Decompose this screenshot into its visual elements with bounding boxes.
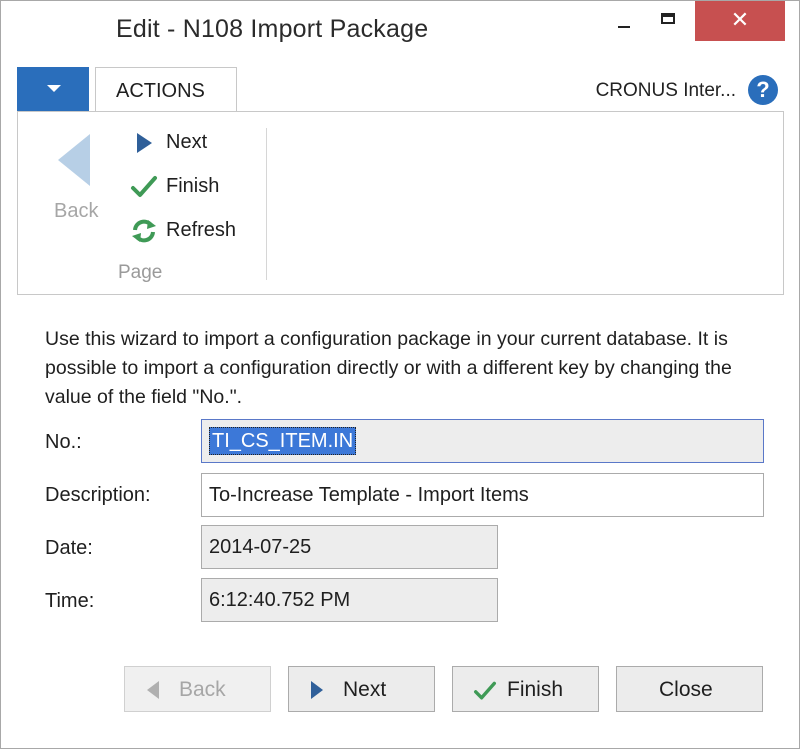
ribbon-panel: Back Next Finish Refresh Page (17, 111, 784, 295)
refresh-icon (132, 219, 156, 243)
title-bar: Edit - N108 Import Package ✕ (1, 1, 799, 63)
no-field-selected-text: TI_CS_ITEM.IN (209, 427, 357, 455)
app-menu-button[interactable] (17, 67, 89, 111)
ribbon-group-separator (266, 128, 267, 280)
close-button[interactable]: Close (616, 666, 763, 712)
close-icon: ✕ (730, 8, 750, 33)
next-button-label: Next (343, 678, 387, 701)
minimize-button[interactable] (601, 1, 647, 41)
date-label: Date: (45, 537, 93, 559)
time-label: Time: (45, 590, 95, 612)
finish-button-label: Finish (507, 678, 564, 701)
next-button[interactable]: Next (288, 666, 435, 712)
maximize-button[interactable] (646, 1, 692, 41)
back-ribbon-button[interactable] (54, 132, 94, 193)
back-button-label: Back (179, 678, 226, 701)
back-arrow-icon (147, 681, 159, 699)
date-field: 2014-07-25 (201, 525, 498, 569)
ribbon-group-label: Page (118, 262, 163, 283)
no-label: No.: (45, 431, 82, 453)
tab-actions-label: ACTIONS (116, 80, 205, 102)
close-button-label: Close (659, 678, 713, 701)
minimize-icon (618, 26, 630, 28)
next-arrow-icon (137, 133, 152, 153)
chevron-down-icon (47, 85, 61, 92)
wizard-description: Use this wizard to import a configuratio… (45, 328, 732, 408)
help-icon[interactable]: ? (748, 75, 778, 105)
back-ribbon-label: Back (54, 200, 99, 222)
back-arrow-icon (58, 134, 90, 186)
back-button[interactable]: Back (124, 666, 271, 712)
time-field: 6:12:40.752 PM (201, 578, 498, 622)
window-title: Edit - N108 Import Package (116, 15, 429, 43)
finish-ribbon-label: Finish (166, 175, 220, 197)
maximize-icon (661, 13, 675, 24)
company-name[interactable]: CRONUS Inter... (596, 80, 736, 102)
finish-button[interactable]: Finish (452, 666, 599, 712)
close-window-button[interactable]: ✕ (695, 1, 785, 41)
next-ribbon-label: Next (166, 131, 208, 153)
tab-actions[interactable]: ACTIONS (95, 67, 237, 111)
checkmark-icon (131, 176, 157, 197)
checkmark-icon (474, 681, 496, 700)
description-label: Description: (45, 484, 151, 506)
next-arrow-icon (311, 681, 323, 699)
dialog-window: Edit - N108 Import Package ✕ ACTIONS CRO… (0, 0, 800, 749)
description-field[interactable]: To-Increase Template - Import Items (201, 473, 764, 517)
ribbon-tabs: ACTIONS CRONUS Inter... ? (17, 67, 784, 111)
refresh-ribbon-label: Refresh (166, 219, 237, 241)
no-field[interactable]: TI_CS_ITEM.IN (201, 419, 764, 463)
